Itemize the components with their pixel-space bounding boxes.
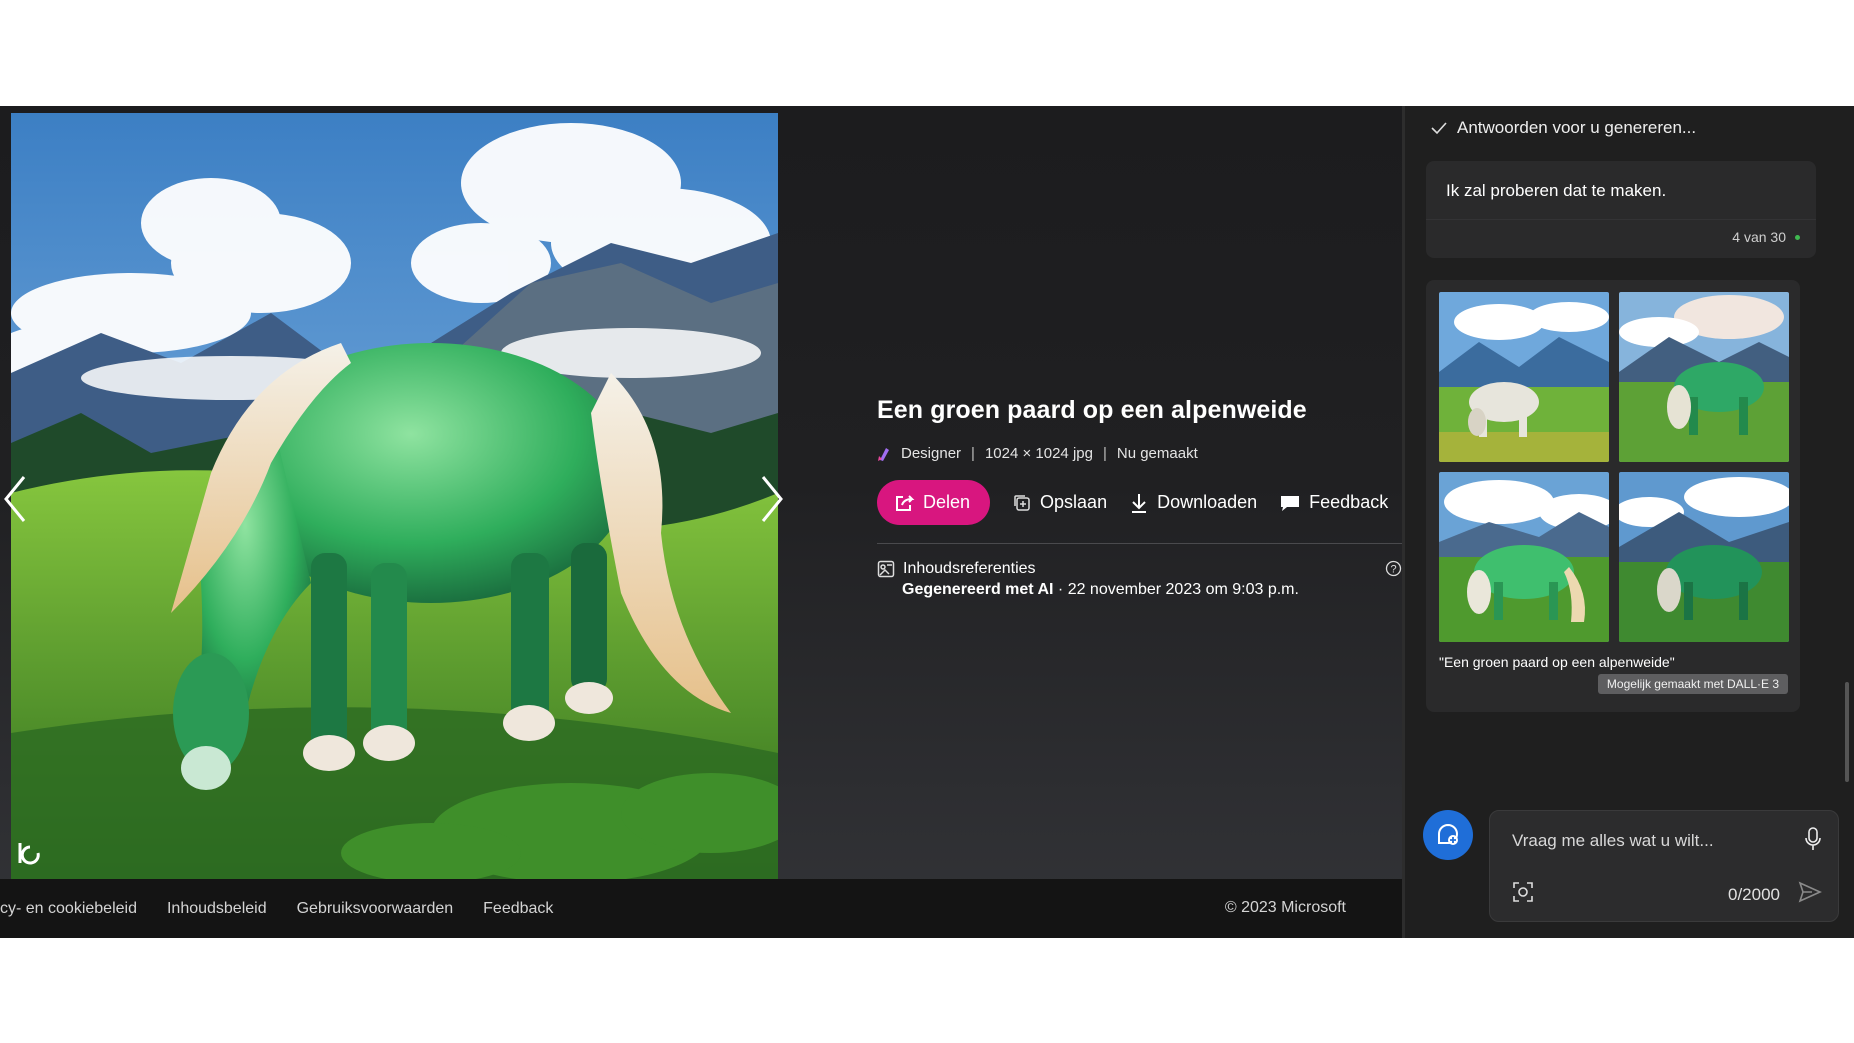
chat-input[interactable] [1510,827,1784,855]
footer-link-terms[interactable]: Gebruiksvoorwaarden [297,900,454,918]
image-meta: Designer | 1024 × 1024 jpg | Nu gemaakt [877,445,1402,462]
new-chat-icon [1438,823,1458,845]
meta-separator: | [1102,445,1107,462]
generated-images-card: "Een groen paard op een alpenweide" Moge… [1426,280,1800,712]
divider [1426,219,1816,220]
app-window: Een groen paard op een alpenweide Design… [0,106,1854,938]
meta-size: 1024 × 1024 jpg [984,445,1093,462]
download-label: Downloaden [1157,492,1258,512]
generated-thumbnail[interactable] [1439,292,1609,462]
assistant-message-text: Ik zal proberen dat te maken. [1446,181,1667,200]
footer-links: cy- en cookiebeleid Inhoudsbeleid Gebrui… [0,900,583,918]
designer-icon [878,447,889,461]
meta-time: Nu gemaakt [1116,445,1198,462]
previous-image-button[interactable] [0,464,30,534]
checkmark-icon [1431,122,1447,135]
page-footer: cy- en cookiebeleid Inhoudsbeleid Gebrui… [0,879,1402,938]
meta-app: Designer [901,445,962,462]
chevron-left-icon [4,476,26,522]
chevron-right-icon [761,476,783,522]
prompt-caption: "Een groen paard op een alpenweide" [1439,654,1675,670]
chat-composer: 0/2000 [1489,810,1839,922]
copyright: © 2023 Microsoft [1224,899,1346,916]
content-credentials: Inhoudsreferenties Gegenereerd met AI · … [877,560,1402,599]
feedback-label: Feedback [1309,492,1389,512]
generated-thumbnail[interactable] [1439,472,1609,642]
content-credentials-icon [877,560,895,578]
share-button[interactable]: Delen [877,480,991,525]
download-icon [1132,493,1147,513]
visual-search-icon[interactable] [1512,881,1534,903]
svg-text:?: ? [1390,564,1396,576]
share-icon [896,494,915,511]
generated-thumbnail[interactable] [1619,292,1789,462]
send-icon[interactable] [1798,881,1822,903]
footer-link-content-policy[interactable]: Inhoudsbeleid [167,900,267,918]
turn-counter: 4 van 30 [1732,229,1786,245]
image-details: Een groen paard op een alpenweide Design… [877,396,1402,599]
footer-link-feedback[interactable]: Feedback [483,900,553,918]
new-topic-button[interactable] [1423,810,1473,860]
chat-panel: Antwoorden voor u genereren... Ik zal pr… [1402,106,1854,938]
next-image-button[interactable] [757,464,787,534]
help-icon[interactable]: ? [1385,560,1402,577]
status-text: Antwoorden voor u genereren... [1457,118,1697,137]
divider [877,543,1402,544]
dalle-badge: Mogelijk gemaakt met DALL·E 3 [1597,674,1788,694]
image-viewer: Een groen paard op een alpenweide Design… [0,106,1402,938]
feedback-button[interactable]: Feedback [1279,492,1388,513]
generation-status: Antwoorden voor u genereren... [1431,118,1696,138]
share-label: Delen [923,492,971,512]
action-bar: Delen Opslaan Downloaden Feedback [877,480,1402,525]
chat-scrollbar[interactable] [1845,682,1849,782]
collection-add-icon [1014,494,1030,511]
feedback-icon [1281,495,1300,511]
credentials-label: Inhoudsreferenties [903,560,1036,577]
assistant-message: Ik zal proberen dat te maken. 4 van 30 [1426,161,1816,258]
character-count: 0/2000 [1728,885,1780,904]
image-title: Een groen paard op een alpenweide [877,396,1307,424]
generated-date: · 22 november 2023 om 9:03 p.m. [1053,581,1299,598]
generated-image [11,113,778,879]
generated-with-ai-label: Gegenereerd met AI [902,581,1054,598]
ai-watermark-icon [18,843,40,865]
save-label: Opslaan [1040,492,1108,512]
save-button[interactable]: Opslaan [1012,492,1107,513]
download-button[interactable]: Downloaden [1129,492,1257,514]
microphone-icon[interactable] [1804,827,1822,851]
footer-link-privacy[interactable]: cy- en cookiebeleid [0,900,137,918]
status-dot [1795,235,1800,240]
generated-thumbnail[interactable] [1619,472,1789,642]
meta-separator: | [971,445,975,462]
